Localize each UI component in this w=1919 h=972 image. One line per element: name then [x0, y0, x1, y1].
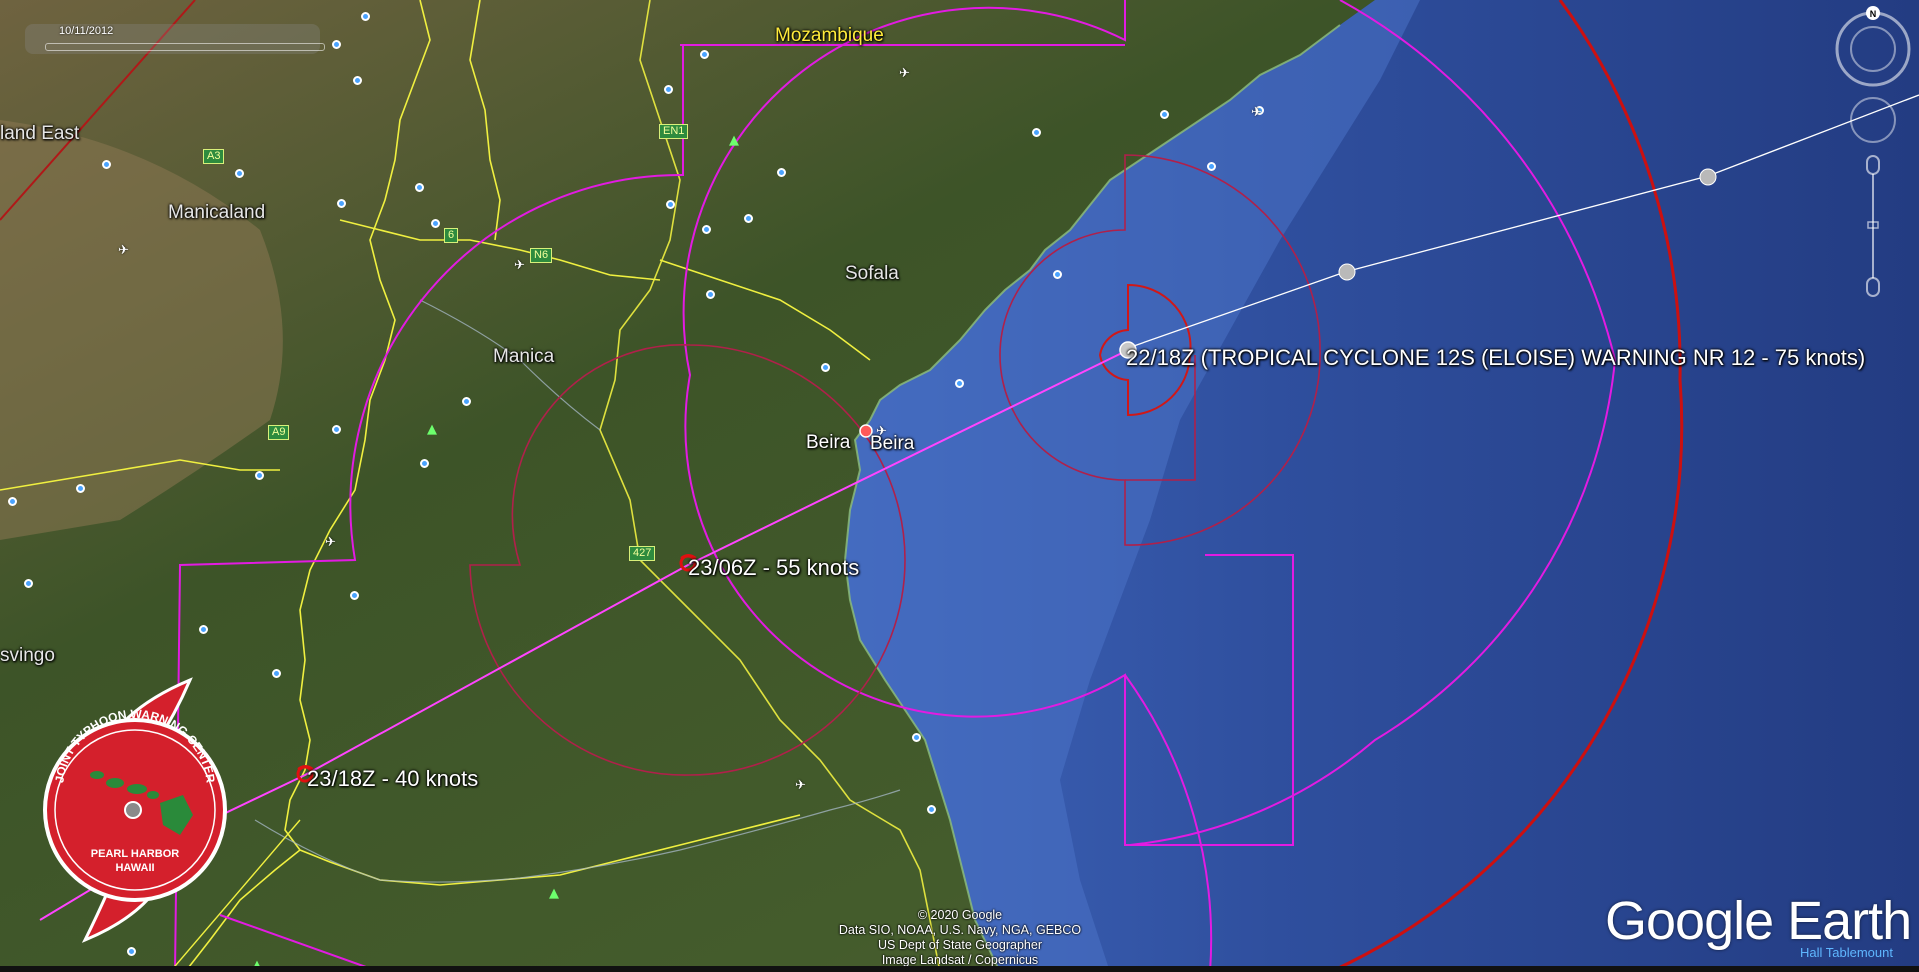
poi-marker[interactable]: [664, 85, 673, 94]
poi-marker[interactable]: [702, 225, 711, 234]
poi-marker[interactable]: [235, 169, 244, 178]
poi-marker[interactable]: [777, 168, 786, 177]
road-shield-6: 6: [444, 228, 459, 243]
location-credit: Hall Tablemount: [1800, 945, 1893, 960]
jtwc-line2: HAWAII: [115, 862, 154, 874]
poi-marker[interactable]: [1207, 162, 1216, 171]
jtwc-eye-icon: [124, 801, 142, 819]
poi-marker[interactable]: [1032, 128, 1041, 137]
map-viewport[interactable]: 10/11/2012 Mozambique Manicaland Manica …: [0, 0, 1919, 972]
airport-icon[interactable]: ✈: [514, 258, 525, 273]
compass-ring[interactable]: [1835, 11, 1911, 87]
poi-marker[interactable]: [337, 199, 346, 208]
attribution-line: US Dept of State Geographer: [878, 938, 1042, 952]
poi-marker[interactable]: [76, 484, 85, 493]
poi-marker[interactable]: [102, 160, 111, 169]
zoom-slider[interactable]: [1866, 155, 1880, 297]
country-label: Mozambique: [775, 25, 884, 46]
past-position-marker: [1699, 168, 1717, 186]
map-attribution: © 2020 Google Data SIO, NOAA, U.S. Navy,…: [800, 908, 1120, 968]
park-icon[interactable]: ▲: [729, 133, 739, 148]
attribution-line: © 2020 Google: [917, 908, 1003, 922]
region-label-manicaland: Manicaland: [168, 202, 266, 223]
poi-marker[interactable]: [666, 200, 675, 209]
satellite-map[interactable]: [0, 0, 1919, 972]
road-shield-a9: A9: [268, 425, 290, 440]
poi-marker[interactable]: [420, 459, 429, 468]
poi-marker[interactable]: [353, 76, 362, 85]
partial-region-label: land East: [0, 123, 80, 144]
time-slider-track[interactable]: [45, 43, 325, 51]
poi-marker[interactable]: [927, 805, 936, 814]
poi-marker[interactable]: [24, 579, 33, 588]
navigation-controls[interactable]: N: [1828, 6, 1918, 306]
forecast-label-23-06z: 23/06Z - 55 knots: [688, 555, 860, 580]
poi-marker[interactable]: [255, 471, 264, 480]
road-shield-427: 427: [629, 546, 656, 561]
look-joystick[interactable]: [1850, 97, 1896, 143]
poi-marker[interactable]: [706, 290, 715, 299]
poi-marker[interactable]: [332, 40, 341, 49]
airport-icon[interactable]: ✈: [876, 424, 887, 439]
city-label-beira: Beira: [806, 432, 851, 453]
jtwc-line1: PEARL HARBOR: [91, 848, 179, 860]
poi-marker[interactable]: [361, 12, 370, 21]
airport-icon[interactable]: ✈: [118, 243, 129, 258]
status-strip: [0, 966, 1919, 972]
airport-icon[interactable]: ✈: [1251, 105, 1262, 120]
time-slider-date: 10/11/2012: [59, 25, 114, 37]
north-label: N: [1870, 9, 1877, 19]
poi-marker[interactable]: [8, 497, 17, 506]
forecast-label-22-18z: 22/18Z (TROPICAL CYCLONE 12S (ELOISE) WA…: [1126, 345, 1866, 370]
partial-city-label: svingo: [0, 645, 55, 666]
road-shield-n6: N6: [530, 248, 553, 263]
park-icon[interactable]: ▲: [427, 422, 437, 437]
poi-marker[interactable]: [431, 219, 440, 228]
attribution-line: Data SIO, NOAA, U.S. Navy, NGA, GEBCO: [838, 923, 1082, 937]
poi-marker[interactable]: [462, 397, 471, 406]
road-shield-a3: A3: [203, 149, 225, 164]
poi-marker[interactable]: [272, 669, 281, 678]
poi-marker[interactable]: [332, 425, 341, 434]
poi-marker[interactable]: [127, 947, 136, 956]
road-shield-en1: EN1: [659, 124, 689, 139]
poi-marker[interactable]: [912, 733, 921, 742]
poi-marker[interactable]: [415, 183, 424, 192]
time-slider[interactable]: 10/11/2012: [25, 24, 325, 54]
poi-marker[interactable]: [350, 591, 359, 600]
poi-marker[interactable]: [955, 379, 964, 388]
poi-marker[interactable]: [1053, 270, 1062, 279]
poi-marker[interactable]: [744, 214, 753, 223]
poi-marker[interactable]: [821, 363, 830, 372]
forecast-label-23-18z: 23/18Z - 40 knots: [307, 766, 479, 791]
region-label-sofala: Sofala: [845, 263, 899, 284]
airport-icon[interactable]: ✈: [899, 66, 910, 81]
airport-icon[interactable]: ✈: [325, 535, 336, 550]
park-icon[interactable]: ▲: [549, 886, 559, 901]
poi-marker[interactable]: [1160, 110, 1169, 119]
poi-marker[interactable]: [199, 625, 208, 634]
airport-icon[interactable]: ✈: [795, 778, 806, 793]
jtwc-logo: JOINT TYPHOON WARNING CENTER PEARL HARBO…: [35, 675, 235, 947]
google-earth-logo: Google Earth: [1605, 891, 1912, 951]
past-position-marker: [1338, 263, 1356, 281]
region-label-manica: Manica: [493, 346, 555, 367]
poi-marker[interactable]: [700, 50, 709, 59]
